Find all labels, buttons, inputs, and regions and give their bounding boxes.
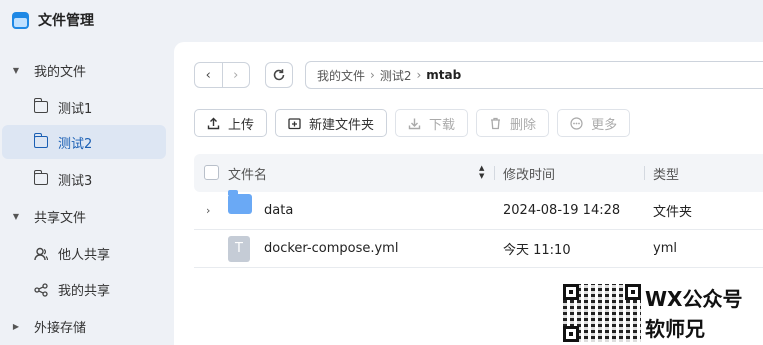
sidebar-group-external-storage[interactable]: ▶ 外接存储 (10, 309, 170, 343)
file-manager-app-icon (12, 11, 29, 29)
folder-icon (33, 133, 48, 148)
sort-icon[interactable]: ▲ ▼ (479, 164, 484, 180)
chevron-right-icon: › (233, 67, 239, 83)
breadcrumb-current[interactable]: mtab (426, 68, 461, 82)
table-header: 文件名 ▲ ▼ 修改时间 类型 (194, 154, 763, 192)
upload-label: 上传 (228, 117, 255, 133)
table-row[interactable]: T docker-compose.yml 今天 11:10 yml (194, 230, 763, 268)
chevron-right-icon[interactable]: › (206, 204, 210, 217)
download-label: 下载 (429, 117, 456, 133)
sidebar-item-label: 测试3 (58, 173, 93, 189)
sidebar-item-label: 我的共享 (58, 283, 111, 299)
watermark: WX公众号 软师兄 (563, 284, 742, 344)
file-type: yml (653, 241, 677, 256)
breadcrumb-item[interactable]: 我的文件 (317, 67, 365, 84)
column-divider[interactable] (494, 166, 495, 180)
title-bar: 文件管理 (0, 0, 763, 40)
caret-down-icon: ▼ (12, 65, 20, 75)
share-icon (34, 283, 48, 297)
sidebar-item-test1[interactable]: 测试1 (2, 90, 166, 124)
app-title: 文件管理 (38, 13, 94, 29)
download-icon (408, 117, 421, 130)
users-icon (34, 247, 48, 261)
watermark-line: WX公众号 (645, 287, 743, 311)
forward-button[interactable]: › (221, 63, 250, 87)
column-header-modified[interactable]: 修改时间 (503, 164, 555, 183)
watermark-line: 软师兄 (645, 317, 705, 341)
sidebar-item-test3[interactable]: 测试3 (2, 162, 166, 196)
file-name[interactable]: data (264, 203, 293, 218)
column-header-type[interactable]: 类型 (653, 164, 679, 183)
sidebar-group-label: 共享文件 (34, 210, 87, 226)
folder-icon (228, 190, 252, 214)
breadcrumb: 我的文件 › 测试2 › mtab (305, 61, 763, 89)
sidebar-item-label: 测试2 (58, 136, 93, 152)
sidebar: ▼ 我的文件 测试1 测试2 测试3 ▼ 共享文件 他人共享 我的共享 ▶ 外接… (0, 50, 172, 345)
folder-icon (33, 170, 48, 185)
more-button[interactable]: 更多 (557, 109, 631, 137)
caret-right-icon: ▶ (12, 321, 20, 331)
more-label: 更多 (591, 117, 618, 133)
select-all-checkbox[interactable] (204, 165, 219, 180)
sidebar-item-shared-with-me[interactable]: 他人共享 (2, 236, 166, 270)
history-nav: ‹ › (194, 62, 250, 88)
sidebar-item-label: 他人共享 (58, 247, 111, 263)
upload-button[interactable]: 上传 (194, 109, 268, 137)
delete-label: 删除 (510, 117, 537, 133)
text-file-icon: T (228, 235, 250, 262)
column-header-name[interactable]: 文件名 (228, 164, 267, 183)
file-modified: 2024-08-19 14:28 (503, 203, 621, 218)
sidebar-group-shared-files[interactable]: ▼ 共享文件 (10, 199, 170, 233)
sidebar-item-test2[interactable]: 测试2 (2, 125, 166, 159)
refresh-icon (273, 69, 285, 81)
table-row[interactable]: › data 2024-08-19 14:28 文件夹 (194, 190, 763, 230)
trash-icon (489, 117, 502, 130)
breadcrumb-item[interactable]: 测试2 (380, 67, 412, 84)
sidebar-group-my-files[interactable]: ▼ 我的文件 (10, 53, 170, 87)
new-folder-button[interactable]: 新建文件夹 (275, 109, 388, 137)
caret-down-icon: ▼ (12, 211, 20, 221)
file-modified: 今天 11:10 (503, 243, 571, 258)
watermark-text: WX公众号 软师兄 (645, 284, 742, 344)
sidebar-group-label: 我的文件 (34, 64, 87, 80)
back-button[interactable]: ‹ (195, 63, 222, 87)
sidebar-item-my-shares[interactable]: 我的共享 (2, 272, 166, 306)
file-name[interactable]: docker-compose.yml (264, 241, 398, 256)
column-divider[interactable] (644, 166, 645, 180)
refresh-button[interactable] (265, 62, 293, 88)
upload-icon (207, 117, 220, 130)
new-folder-label: 新建文件夹 (309, 117, 375, 133)
qr-code-icon (563, 284, 641, 342)
new-folder-icon (288, 117, 301, 130)
download-button[interactable]: 下载 (395, 109, 469, 137)
delete-button[interactable]: 删除 (476, 109, 550, 137)
sidebar-group-label: 外接存储 (34, 320, 87, 336)
toolbar: 上传 新建文件夹 下载 删除 更多 (194, 109, 638, 137)
folder-icon (33, 98, 48, 113)
chevron-right-icon: › (370, 68, 375, 82)
chevron-right-icon: › (416, 68, 422, 82)
chevron-left-icon: ‹ (205, 67, 211, 83)
file-type: 文件夹 (653, 205, 693, 220)
more-icon (570, 116, 583, 130)
sidebar-item-label: 测试1 (58, 101, 93, 117)
